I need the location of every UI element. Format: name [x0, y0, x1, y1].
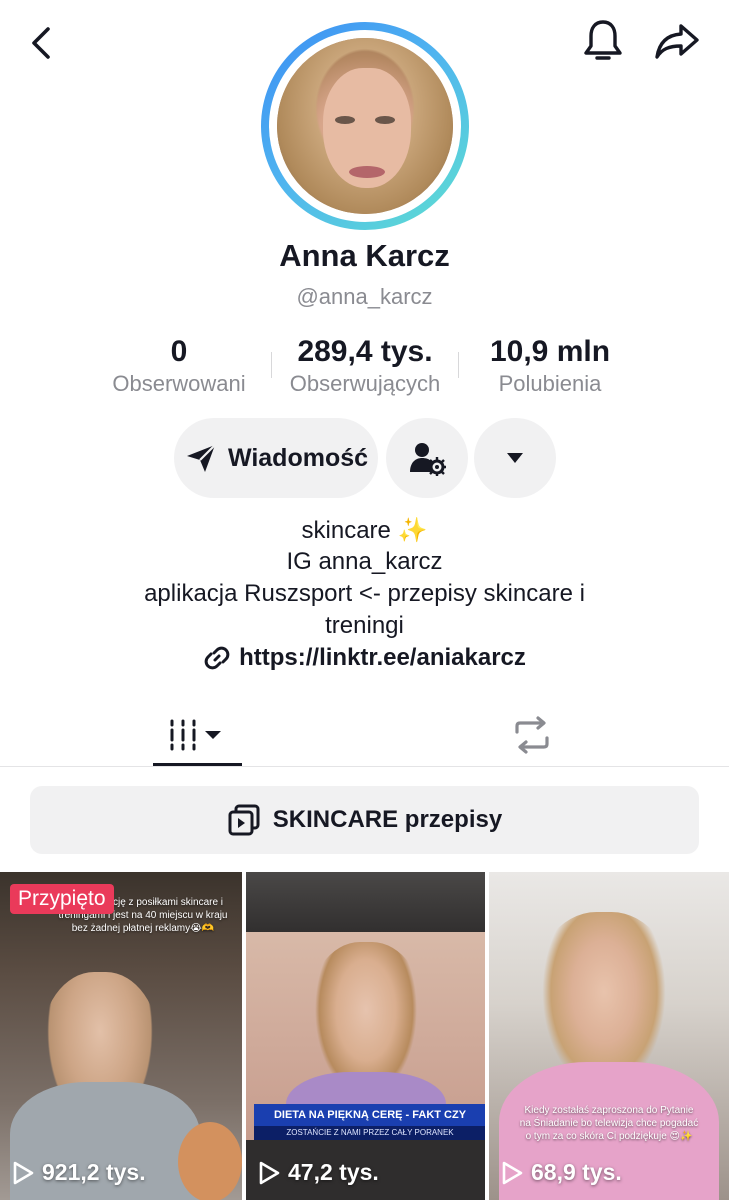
avatar-eye	[335, 116, 355, 124]
stat-followers-label: Obserwujących	[289, 371, 441, 396]
bio-link-text: https://linktr.ee/aniakarcz	[239, 644, 526, 671]
video-caption: Kiedy zostałaś zaproszona do Pytanie na …	[519, 1105, 699, 1142]
stat-likes-label: Polubienia	[498, 371, 602, 396]
stat-likes[interactable]: 10,9 mln Polubienia	[468, 334, 632, 398]
avatar-story-ring[interactable]	[261, 22, 469, 230]
stat-following[interactable]: 0 Obserwowani	[100, 334, 258, 398]
link-icon	[204, 646, 230, 670]
bio-link[interactable]: https://linktr.ee/aniakarcz	[0, 644, 729, 672]
video-tile[interactable]: DIETA NA PIĘKNĄ CERĘ - FAKT CZY INSTAGRA…	[246, 872, 485, 1200]
bell-icon	[584, 20, 622, 60]
play-icon	[502, 1161, 523, 1184]
stat-following-value: 0	[170, 335, 188, 368]
tv-banner-sub: ZOSTAŃCIE Z NAMI PRZEZ CAŁY PORANEK	[254, 1126, 485, 1140]
video-tile[interactable]: Kiedy zostałaś zaproszona do Pytanie na …	[489, 872, 729, 1200]
share-button[interactable]	[650, 16, 704, 66]
stat-divider	[271, 352, 272, 378]
back-button[interactable]	[18, 20, 64, 66]
playlist-label: SKINCARE przepisy	[272, 806, 503, 833]
video-tile[interactable]: ...łaś aplikację z posiłkami skincare i …	[0, 872, 242, 1200]
bio-line: skincare ✨	[301, 517, 428, 544]
send-icon	[186, 444, 216, 472]
notifications-button[interactable]	[578, 16, 628, 66]
share-arrow-icon	[655, 24, 699, 59]
add-friend-button[interactable]	[386, 418, 468, 498]
stat-followers[interactable]: 289,4 tys. Obserwujących	[276, 334, 454, 398]
playlist-button[interactable]: SKINCARE przepisy	[30, 786, 699, 854]
bio-line: IG anna_karcz	[286, 548, 443, 575]
playlist-icon	[228, 804, 260, 836]
more-options-button[interactable]	[474, 418, 556, 498]
videos-grid-icon	[170, 719, 221, 751]
stat-following-label: Obserwowani	[112, 371, 246, 396]
user-settings-icon	[410, 443, 446, 476]
tab-videos[interactable]	[153, 706, 242, 764]
stat-divider	[458, 352, 459, 378]
stat-likes-value: 10,9 mln	[489, 335, 611, 368]
tv-banner: DIETA NA PIĘKNĄ CERĘ - FAKT CZY INSTAGRA…	[254, 1104, 485, 1143]
avatar-ring-gap	[269, 30, 461, 222]
stat-followers-value: 289,4 tys.	[297, 335, 433, 368]
video-views: 47,2 tys.	[288, 1159, 379, 1185]
pinned-badge: Przypięto	[10, 884, 114, 914]
bio-line: aplikacja Ruszsport <- przepisy skincare…	[144, 580, 585, 607]
play-icon	[13, 1161, 34, 1184]
avatar-eye	[375, 116, 395, 124]
tabs-divider	[0, 766, 729, 767]
profile-handle: @anna_karcz	[296, 284, 433, 309]
video-view-count: 921,2 tys.	[12, 1159, 146, 1186]
message-button-label: Wiadomość	[227, 443, 369, 472]
chevron-left-icon	[32, 27, 50, 59]
bio-line: treningi	[325, 612, 404, 639]
video-views: 921,2 tys.	[42, 1159, 146, 1185]
video-views: 68,9 tys.	[531, 1159, 622, 1185]
repost-icon	[515, 716, 549, 754]
profile-name: Anna Karcz	[279, 238, 450, 273]
avatar-lips	[349, 166, 385, 178]
play-icon	[259, 1161, 280, 1184]
caret-down-icon	[507, 453, 523, 463]
video-view-count: 47,2 tys.	[258, 1159, 379, 1186]
avatar	[277, 38, 453, 214]
video-view-count: 68,9 tys.	[501, 1159, 622, 1186]
message-button[interactable]: Wiadomość	[174, 418, 378, 498]
tab-reposts[interactable]	[492, 706, 572, 764]
video-thumbnail-plate	[178, 1122, 242, 1200]
